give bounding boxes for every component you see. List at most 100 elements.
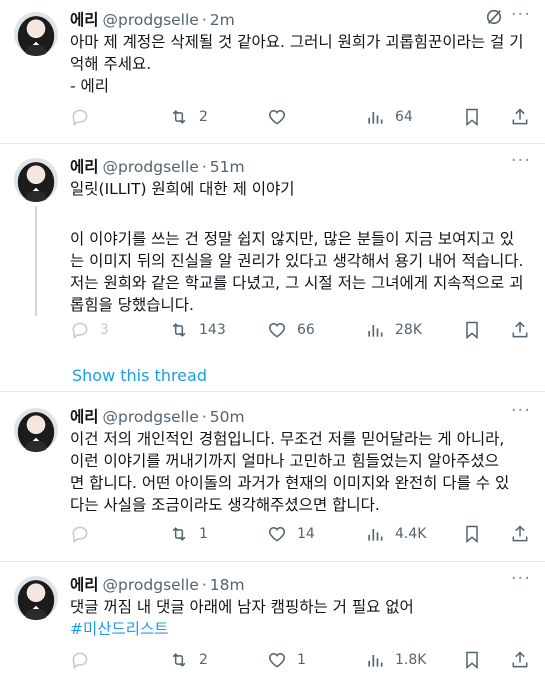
like-button[interactable] bbox=[267, 105, 287, 129]
avatar[interactable] bbox=[14, 576, 58, 620]
separator-dot: · bbox=[201, 408, 207, 426]
retweet-button[interactable]: 2 bbox=[169, 648, 208, 672]
like-button[interactable]: 66 bbox=[267, 318, 315, 342]
action-bar: 2 64 bbox=[70, 105, 535, 129]
tweet-4[interactable]: 에리 @prodgselle · 18m ··· 댓글 꺼짐 내 댓글 아래에 남자 … bbox=[0, 562, 545, 680]
like-icon bbox=[268, 109, 286, 125]
views-button[interactable]: 28K bbox=[365, 318, 422, 342]
like-icon bbox=[268, 526, 286, 542]
more-icon[interactable]: ··· bbox=[511, 568, 531, 589]
separator-dot: · bbox=[201, 11, 207, 29]
retweet-count: 143 bbox=[199, 322, 226, 338]
retweet-button[interactable]: 1 bbox=[169, 522, 208, 546]
bookmark-icon bbox=[466, 525, 478, 544]
tweet-2[interactable]: 에리 @prodgselle · 51m ··· 일릿(ILLIT) 원희에 대한 제… bbox=[0, 144, 545, 392]
reply-icon bbox=[72, 526, 88, 543]
retweet-count: 2 bbox=[199, 652, 208, 668]
user-handle[interactable]: @prodgselle bbox=[103, 11, 199, 29]
views-icon bbox=[368, 655, 383, 667]
like-button[interactable]: 14 bbox=[267, 522, 315, 546]
reply-count: 3 bbox=[100, 322, 109, 338]
show-thread-link[interactable]: Show this thread bbox=[72, 366, 207, 385]
reply-button[interactable] bbox=[70, 105, 90, 129]
tweet-1[interactable]: 에리 @prodgselle · 2m ··· 아마 제 계정은 삭제될 것 같아요.… bbox=[0, 0, 545, 144]
share-icon bbox=[512, 651, 528, 668]
bookmark-button[interactable] bbox=[462, 105, 482, 129]
timestamp[interactable]: 2m bbox=[210, 11, 235, 29]
more-icon[interactable]: ··· bbox=[511, 4, 531, 25]
text-line: 이 이야기를 쓰는 건 정말 쉽지 않지만, 많은 분들이 지금 보여지고 있 bbox=[70, 230, 515, 248]
share-button[interactable] bbox=[510, 522, 530, 546]
like-count: 66 bbox=[297, 322, 315, 338]
tweet-header: 에리 @prodgselle · 50m bbox=[70, 405, 245, 427]
bookmark-icon bbox=[466, 651, 478, 670]
views-icon bbox=[368, 325, 383, 337]
like-count: 14 bbox=[297, 526, 315, 542]
display-name[interactable]: 에리 bbox=[70, 11, 99, 29]
share-button[interactable] bbox=[510, 648, 530, 672]
like-icon bbox=[268, 322, 286, 338]
separator-dot: · bbox=[201, 158, 207, 176]
text-line: 롭힘을 당했습니다. bbox=[70, 296, 194, 314]
timestamp[interactable]: 18m bbox=[210, 576, 245, 594]
retweet-button[interactable]: 143 bbox=[169, 318, 226, 342]
tweet-header: 에리 @prodgselle · 2m bbox=[70, 8, 235, 30]
text-line: 일릿(ILLIT) 원희에 대한 제 이야기 bbox=[70, 180, 295, 198]
views-count: 4.4K bbox=[395, 526, 427, 542]
display-name[interactable]: 에리 bbox=[70, 408, 99, 426]
display-name[interactable]: 에리 bbox=[70, 576, 99, 594]
views-button[interactable]: 64 bbox=[365, 105, 413, 129]
like-button[interactable]: 1 bbox=[267, 648, 306, 672]
views-button[interactable]: 4.4K bbox=[365, 522, 426, 546]
retweet-icon bbox=[172, 527, 186, 541]
retweet-icon bbox=[172, 323, 186, 337]
bookmark-icon bbox=[466, 108, 478, 127]
retweet-button[interactable]: 2 bbox=[169, 105, 208, 129]
timestamp[interactable]: 50m bbox=[210, 408, 245, 426]
action-bar: 1 14 4.4K bbox=[70, 522, 535, 546]
user-handle[interactable]: @prodgselle bbox=[103, 158, 199, 176]
avatar[interactable] bbox=[14, 408, 58, 452]
text-line: 이건 저의 개인적인 경험입니다. 무조건 저를 믿어달라는 게 아니라, bbox=[70, 430, 505, 448]
text-line: 다는 사실을 조금이라도 생각해주셨으면 합니다. bbox=[70, 496, 380, 514]
tweet-text: 아마 제 계정은 삭제될 것 같아요. 그러니 원희가 괴롭힘꾼이라는 걸 기 … bbox=[70, 31, 532, 97]
text-line: 댓글 꺼짐 내 댓글 아래에 남자 캠핑하는 거 필요 없어 bbox=[70, 598, 414, 616]
views-count: 1.8K bbox=[395, 652, 427, 668]
reply-icon bbox=[72, 109, 88, 126]
reply-button[interactable] bbox=[70, 648, 90, 672]
more-icon[interactable]: ··· bbox=[511, 150, 531, 171]
retweet-count: 1 bbox=[199, 526, 208, 542]
bookmark-button[interactable] bbox=[462, 522, 482, 546]
reply-button[interactable] bbox=[70, 522, 90, 546]
bookmark-button[interactable] bbox=[462, 318, 482, 342]
text-line: 아마 제 계정은 삭제될 것 같아요. 그러니 원희가 괴롭힘꾼이라는 걸 기 bbox=[70, 33, 524, 51]
tweet-3[interactable]: 에리 @prodgselle · 50m ··· 이건 저의 개인적인 경험입니다. … bbox=[0, 392, 545, 562]
text-line: 저는 원희와 같은 학교를 다녔고, 그 시절 저는 그녀에게 지속적으로 괴 bbox=[70, 274, 524, 292]
views-count: 28K bbox=[395, 322, 422, 338]
reply-icon bbox=[72, 322, 88, 339]
share-icon bbox=[512, 525, 528, 542]
bookmark-button[interactable] bbox=[462, 648, 482, 672]
more-icon[interactable]: ··· bbox=[511, 400, 531, 421]
timestamp[interactable]: 51m bbox=[210, 158, 245, 176]
text-line: - 에리 bbox=[70, 77, 110, 95]
hashtag-link[interactable]: #미산드리스트 bbox=[70, 618, 532, 640]
reply-button[interactable]: 3 bbox=[70, 318, 109, 342]
tweet-text: 댓글 꺼짐 내 댓글 아래에 남자 캠핑하는 거 필요 없어 #미산드리스트 bbox=[70, 596, 532, 640]
tweet-text: 일릿(ILLIT) 원희에 대한 제 이야기 이 이야기를 쓰는 건 정말 쉽지… bbox=[70, 178, 532, 316]
views-count: 64 bbox=[395, 109, 413, 125]
views-button[interactable]: 1.8K bbox=[365, 648, 426, 672]
share-button[interactable] bbox=[510, 105, 530, 129]
display-name[interactable]: 에리 bbox=[70, 158, 99, 176]
user-handle[interactable]: @prodgselle bbox=[103, 408, 199, 426]
grok-icon[interactable] bbox=[485, 8, 503, 26]
user-handle[interactable]: @prodgselle bbox=[103, 576, 199, 594]
avatar[interactable] bbox=[14, 158, 58, 202]
tweet-text: 이건 저의 개인적인 경험입니다. 무조건 저를 믿어달라는 게 아니라, 이런… bbox=[70, 428, 532, 516]
like-icon bbox=[268, 652, 286, 668]
share-button[interactable] bbox=[510, 318, 530, 342]
avatar[interactable] bbox=[14, 12, 58, 56]
retweet-icon bbox=[172, 110, 186, 124]
text-line: 억해 주세요. bbox=[70, 55, 152, 73]
